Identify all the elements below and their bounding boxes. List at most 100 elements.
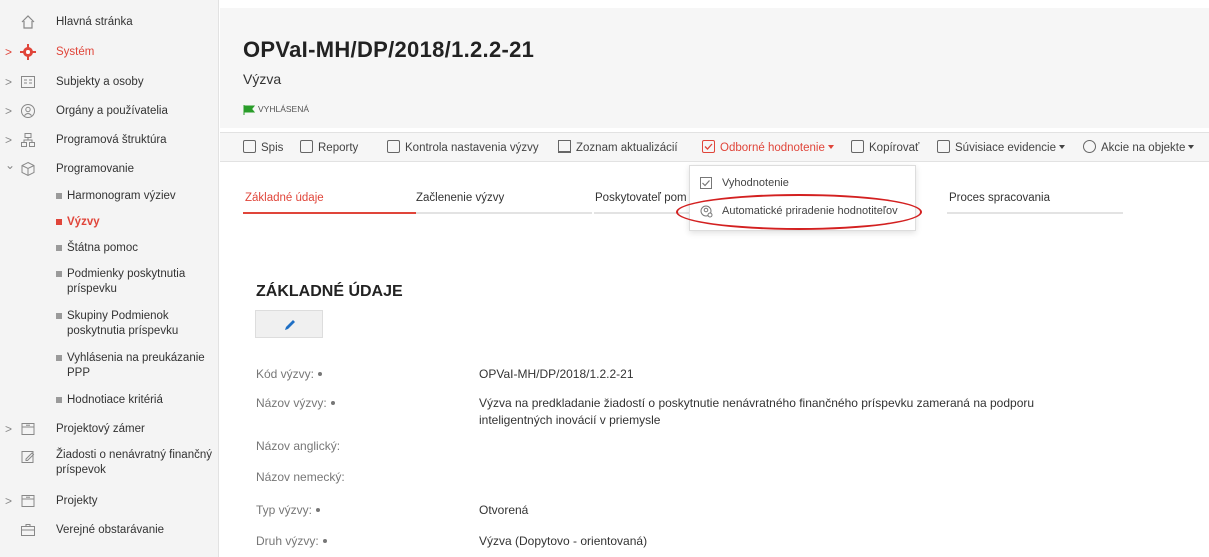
sidebar-subitem-vyzvy[interactable]: Výzvy [56,215,216,231]
folder-icon [20,493,36,509]
toolbar-label: Akcie na objekte [1101,142,1186,154]
sidebar-item-label: Hlavná stránka [56,16,133,28]
sidebar-subitem-label: Štátna pomoc [67,242,138,254]
link-icon [937,140,950,153]
toolbar-copy-button[interactable]: Kopírovať [851,140,919,156]
sidebar-item-public-procurement[interactable]: Verejné obstarávanie [0,522,218,540]
sidebar-item-system[interactable]: > Systém [0,44,218,62]
sidebar-subitem-harmonogram[interactable]: Harmonogram výziev [56,189,216,205]
sidebar-subitem-label: Hodnotiace kritériá [67,394,163,406]
pencil-icon [285,320,295,330]
sidebar-item-label: Žiadosti o nenávratný finančný príspevok [56,449,212,476]
tab-basic-data[interactable]: Základné údaje [245,192,324,204]
briefcase-icon [20,522,36,538]
page-header: OPVaI-MH/DP/2018/1.2.2-21 Výzva VYHLÁSEN… [220,8,1209,128]
toolbar: Spis Reporty Kontrola nastavenia výzvy Z… [220,132,1209,162]
toolbar-label: Spis [261,142,284,154]
cube-icon [20,161,36,177]
gear-icon [20,44,36,60]
sidebar-item-label: Programovanie [56,163,134,175]
folder-icon [243,140,256,153]
label-text: Druh výzvy: [256,534,319,548]
status-text: VYHLÁSENÁ [258,104,310,114]
tab-processing[interactable]: Proces spracovania [949,192,1050,204]
sidebar-subitem-label: Vyhlásenia na preukázanie PPP [67,352,205,379]
field-value-call-kind: Výzva (Dopytovo - orientovaná) [479,534,648,548]
section-title: ZÁKLADNÉ ÚDAJE [256,283,403,300]
toolbar-label: Súvisiace evidencie [955,142,1057,154]
chevron-right-icon: > [5,75,13,89]
dropdown-item-label: Vyhodnotenie [722,177,789,189]
folder-icon [20,421,36,437]
sidebar-item-organs-users[interactable]: > Orgány a používatelia [0,103,218,121]
checkbox-icon [700,177,712,189]
monitor-icon [300,140,313,153]
id-card-icon [20,74,36,90]
edit-button[interactable] [255,310,323,338]
edit-doc-icon [20,449,36,465]
toolbar-spis-button[interactable]: Spis [243,140,283,156]
sidebar-item-label: Orgány a používatelia [56,105,168,117]
bullet [56,313,62,319]
printer-icon [558,140,571,153]
sidebar-item-programming[interactable]: ⌄ Programovanie [0,158,218,179]
copy-icon [851,140,864,153]
sidebar-subitem-conditions[interactable]: Podmienky poskytnutia príspevku [56,267,216,299]
sidebar-subitem-criteria[interactable]: Hodnotiace kritériá [56,393,216,409]
sidebar-item-project-intent[interactable]: > Projektový zámer [0,421,218,439]
caret-down-icon [1059,145,1066,149]
user-circle-icon [20,103,36,119]
sidebar-item-label: Subjekty a osoby [56,76,144,88]
tab-call-inclusion[interactable]: Začlenenie výzvy [416,192,504,204]
checkbox-icon [702,140,715,153]
sidebar-subitem-ppp-declarations[interactable]: Vyhlásenia na preukázanie PPP [56,351,216,383]
sidebar-item-home[interactable]: Hlavná stránka [0,14,218,32]
sidebar-item-projects[interactable]: > Projekty [0,493,218,511]
home-icon [20,14,36,30]
chevron-right-icon: > [5,494,13,508]
chevron-right-icon: > [5,104,13,118]
required-dot [318,372,323,376]
main-content: OPVaI-MH/DP/2018/1.2.2-21 Výzva VYHLÁSEN… [220,0,1209,557]
sidebar-item-program-structure[interactable]: > Programová štruktúra [0,132,218,150]
sidebar-item-label: Systém [56,46,95,58]
bullet [56,271,62,277]
field-value-name: Výzva na predkladanie žiadostí o poskytn… [479,396,1035,427]
toolbar-updates-button[interactable]: Zoznam aktualizácií [558,140,678,156]
tab-underline [947,212,1123,214]
sidebar-item-label: Verejné obstarávanie [56,524,165,536]
toolbar-label: Odborné hodnotenie [720,142,825,154]
field-label-code: Kód výzvy: [256,367,323,381]
sidebar-subitem-condition-groups[interactable]: Skupiny Podmienok poskytnutia príspevku [56,309,216,341]
required-dot [322,539,327,543]
sidebar-item-applications[interactable]: Žiadosti o nenávratný finančný príspevok [0,447,218,481]
sidebar-subitem-state-aid[interactable]: Štátna pomoc [56,241,216,257]
dropdown-item-label: Automatické priradenie hodnotiteľov [722,205,898,217]
expert-evaluation-dropdown: Vyhodnotenie Automatické priradenie hodn… [689,165,916,231]
tab-aid-provider[interactable]: Poskytovateľ pom [595,192,687,204]
field-label-call-kind: Druh výzvy: [256,534,327,548]
sidebar-item-label: Programová štruktúra [56,134,167,146]
chevron-down-icon: ⌄ [5,158,16,172]
sidebar-item-label: Projektový zámer [56,423,145,435]
caret-down-icon [1188,145,1195,149]
sidebar-subitem-label: Skupiny Podmienok poskytnutia príspevku [67,310,179,337]
checklist-icon [387,140,400,153]
sidebar-item-label: Projekty [56,495,98,507]
toolbar-expert-evaluation-button[interactable]: Odborné hodnotenie [702,140,834,156]
page-subtitle: Výzva [243,71,282,87]
label-text: Kód výzvy: [256,367,315,381]
toolbar-reports-button[interactable]: Reporty [300,140,358,156]
field-label-english-name: Názov anglický: [256,439,341,453]
bullet [56,397,62,403]
toolbar-object-actions-button[interactable]: Akcie na objekte [1083,140,1195,156]
toolbar-call-check-button[interactable]: Kontrola nastavenia výzvy [387,140,539,156]
toolbar-related-records-button[interactable]: Súvisiace evidencie [937,140,1066,156]
label-text: Typ výzvy: [256,503,313,517]
required-dot [316,508,321,512]
tab-underline [416,212,592,214]
bullet [56,355,62,361]
bullet [56,219,62,225]
sidebar-item-subjects[interactable]: > Subjekty a osoby [0,74,218,92]
sidebar-subitem-label: Harmonogram výziev [67,190,176,202]
